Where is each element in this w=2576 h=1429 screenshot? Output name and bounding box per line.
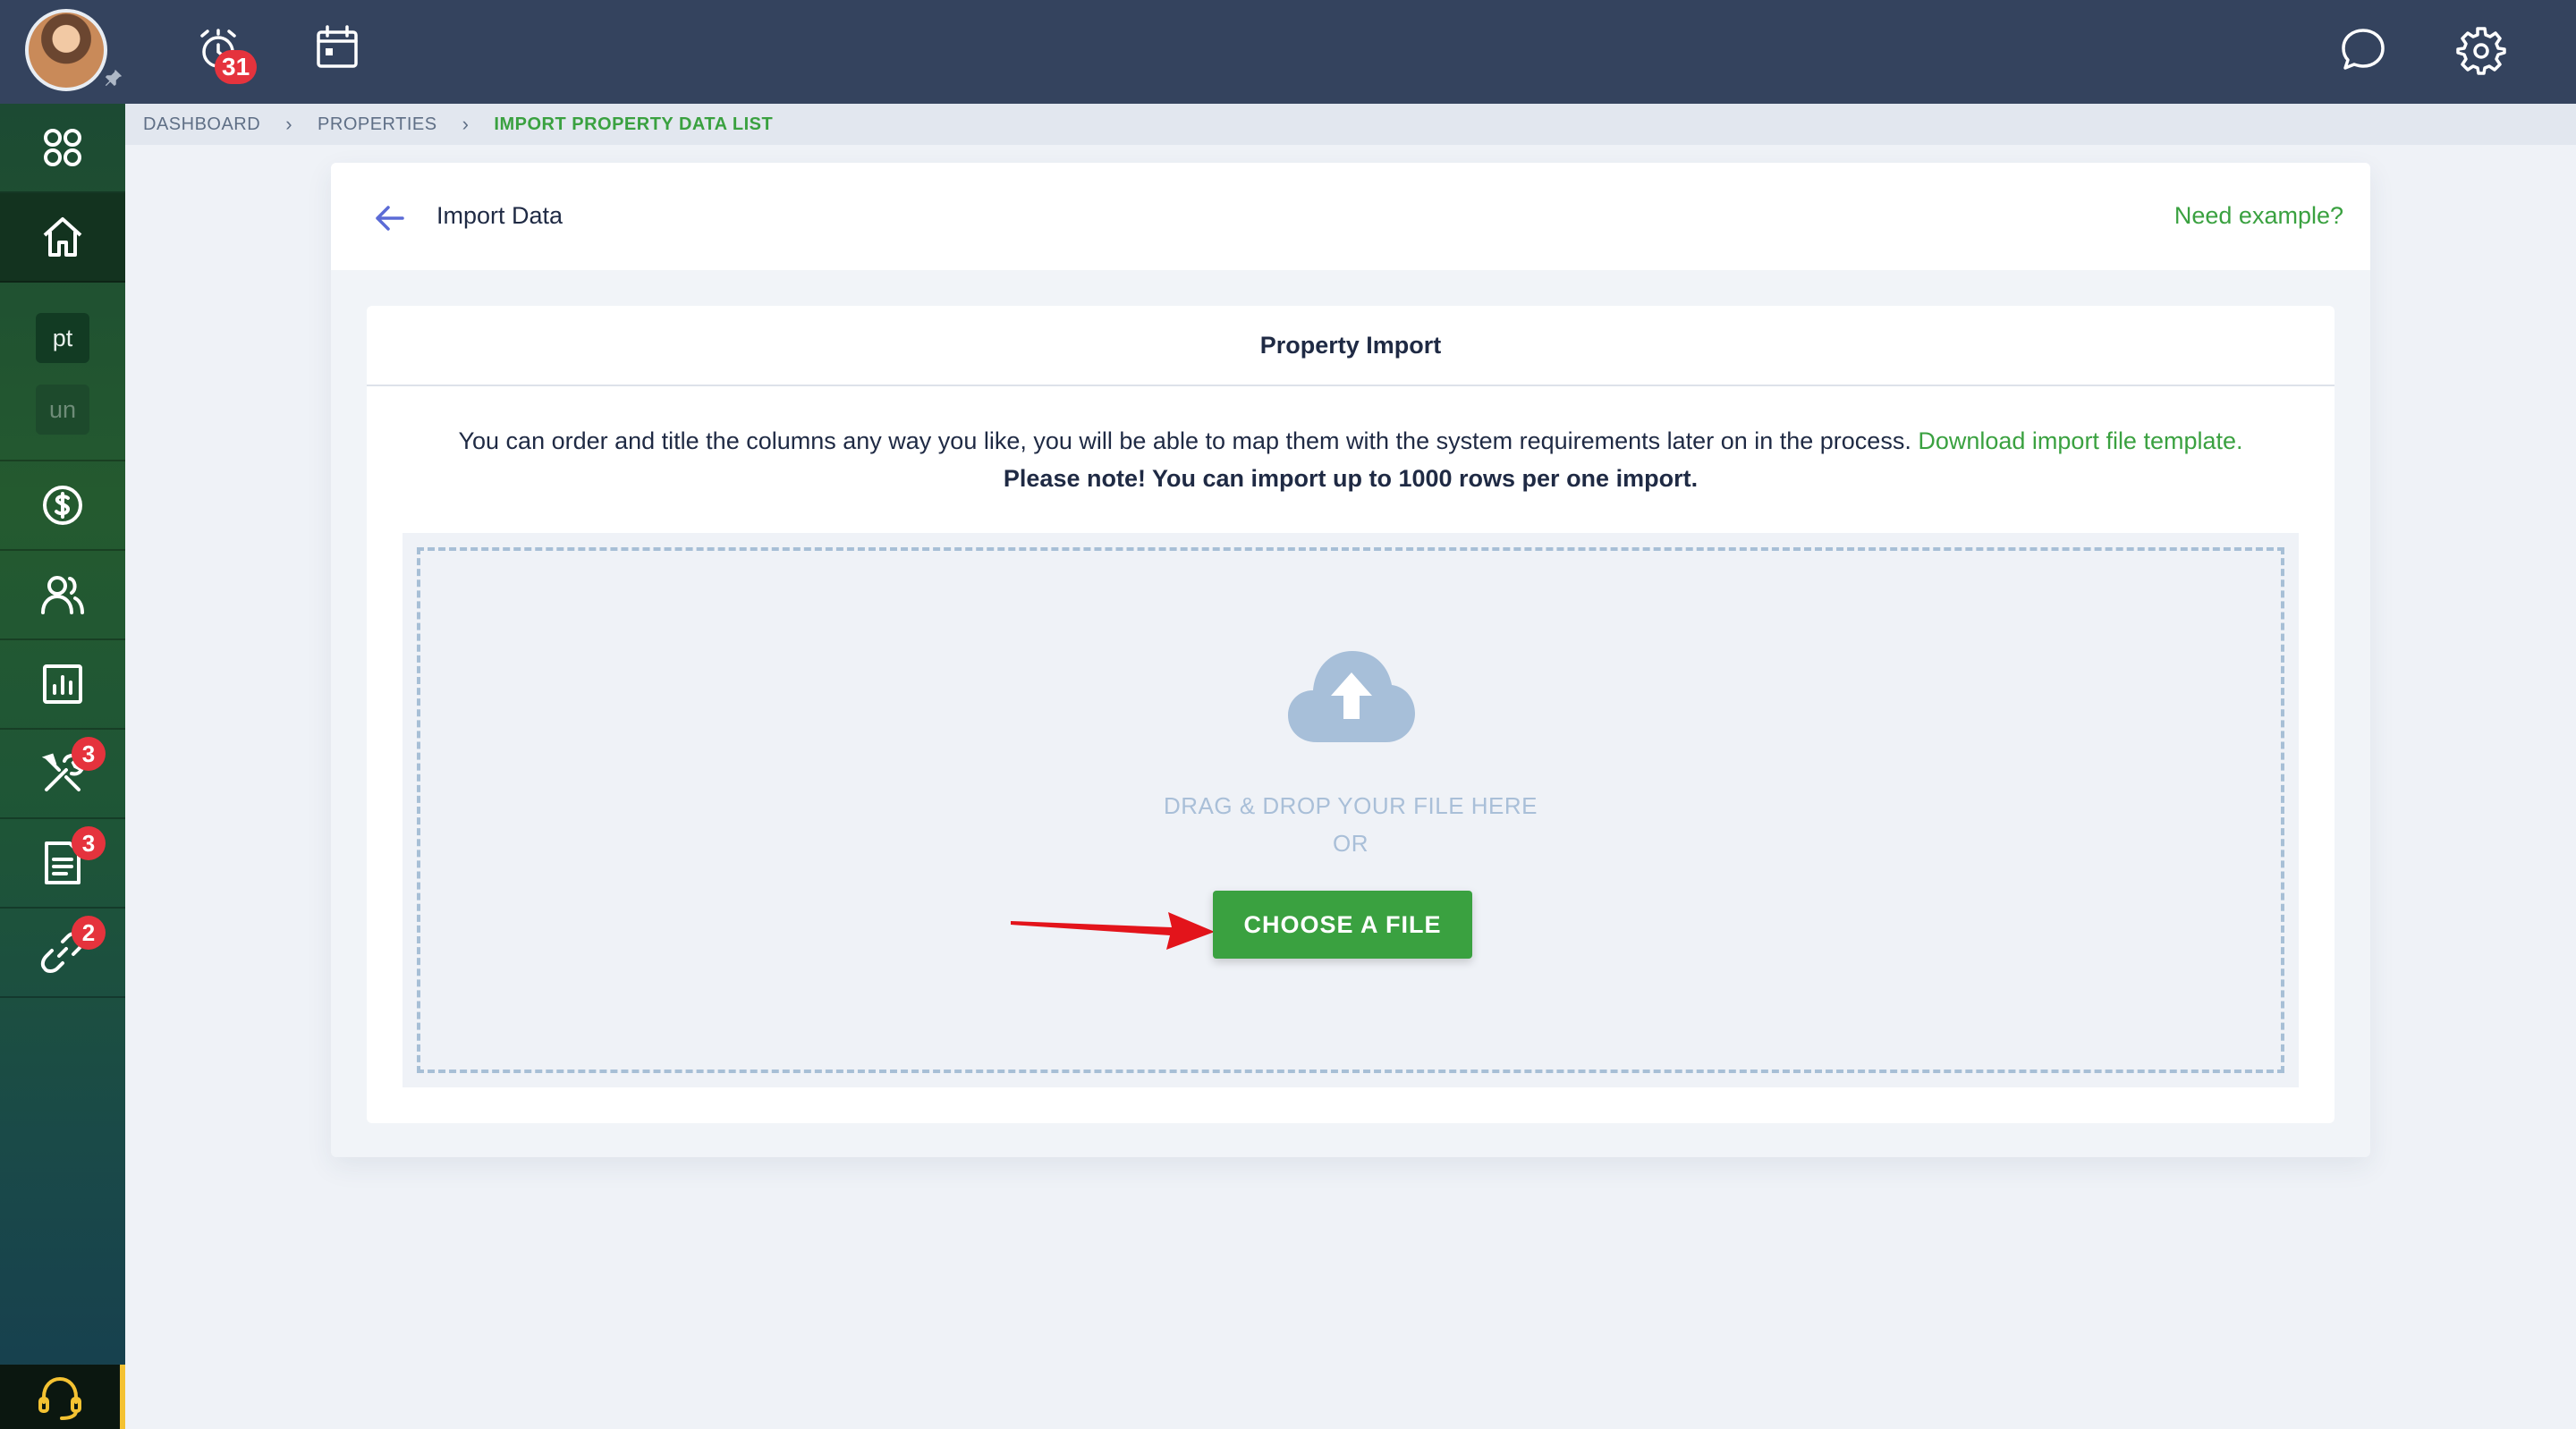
sidebar-item-home[interactable] <box>0 193 125 283</box>
breadcrumb-dashboard[interactable]: DASHBOARD <box>143 114 260 135</box>
documents-badge: 3 <box>72 826 106 860</box>
maintenance-badge: 3 <box>72 737 106 771</box>
user-avatar[interactable] <box>25 9 107 91</box>
chart-icon <box>43 664 82 704</box>
import-instructions: You can order and title the columns any … <box>367 422 2334 497</box>
property-import-title: Property Import <box>367 306 2334 386</box>
integrations-badge: 2 <box>72 916 106 950</box>
breadcrumb-current: IMPORT PROPERTY DATA LIST <box>494 114 774 134</box>
dollar-icon <box>43 486 82 525</box>
sidebar-item-maintenance[interactable]: 3 <box>0 730 125 819</box>
page-title: Import Data <box>436 202 564 229</box>
tag-pt[interactable]: pt <box>36 313 89 363</box>
back-arrow-icon[interactable] <box>372 200 408 236</box>
chevron-right-icon: › <box>285 113 293 135</box>
chat-icon[interactable] <box>2338 25 2388 75</box>
import-limit-note: Please note! You can import up to 1000 r… <box>1003 465 1699 492</box>
sidebar-item-finance[interactable] <box>0 461 125 551</box>
sidebar-item-reports[interactable] <box>0 640 125 730</box>
sidebar: pt un 3 3 2 <box>0 104 125 1429</box>
sidebar-item-documents[interactable]: 3 <box>0 819 125 909</box>
property-import-card: Property Import You can order and title … <box>367 306 2334 1123</box>
settings-icon[interactable] <box>2456 25 2506 75</box>
support-button[interactable] <box>0 1365 125 1429</box>
cloud-upload-icon <box>1288 651 1415 742</box>
users-icon <box>41 576 84 614</box>
chevron-right-icon: › <box>462 113 470 135</box>
instructions-text: You can order and title the columns any … <box>458 427 1911 454</box>
sidebar-tags: pt un <box>0 283 125 461</box>
apps-grid-icon <box>44 129 81 166</box>
sidebar-item-contacts[interactable] <box>0 551 125 640</box>
choose-file-button[interactable]: CHOOSE A FILE <box>1213 891 1472 959</box>
pin-icon <box>105 69 123 87</box>
headset-icon <box>38 1376 81 1420</box>
top-bar: 31 <box>0 0 2576 104</box>
home-icon <box>43 217 82 257</box>
file-dropzone[interactable]: DRAG & DROP YOUR FILE HERE OR CHOOSE A F… <box>402 533 2299 1087</box>
import-data-panel: Import Data Need example? Property Impor… <box>331 163 2370 1157</box>
download-template-link[interactable]: Download import file template. <box>1918 427 2242 454</box>
breadcrumb: DASHBOARD › PROPERTIES › IMPORT PROPERTY… <box>125 104 2576 145</box>
sidebar-item-integrations[interactable]: 2 <box>0 909 125 998</box>
calendar-icon[interactable] <box>313 23 363 73</box>
need-example-link[interactable]: Need example? <box>2174 202 2343 230</box>
drag-drop-text: DRAG & DROP YOUR FILE HERE <box>1163 792 1538 819</box>
red-arrow-annotation <box>1011 912 1215 950</box>
notification-badge: 31 <box>215 50 258 84</box>
breadcrumb-properties[interactable]: PROPERTIES <box>318 114 437 135</box>
panel-header: Import Data Need example? <box>331 163 2370 270</box>
tag-un[interactable]: un <box>36 385 89 435</box>
or-text: OR <box>1333 830 1368 857</box>
sidebar-item-apps[interactable] <box>0 104 125 193</box>
